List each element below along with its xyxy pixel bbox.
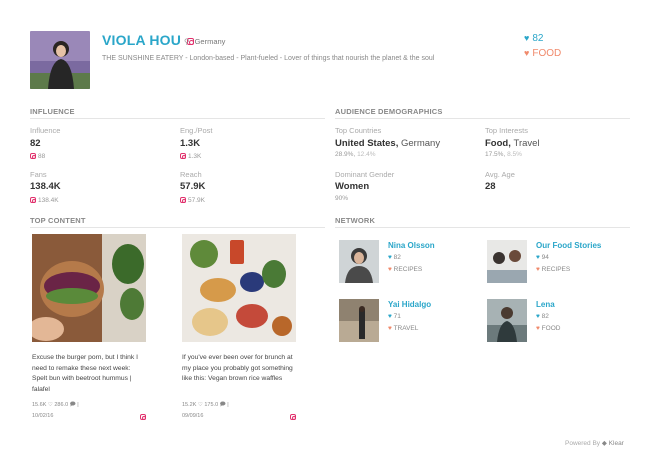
instagram-icon [30, 153, 36, 159]
network-score: ♥ 94 [536, 254, 549, 261]
divider [30, 118, 325, 119]
post-image-waffles[interactable] [182, 234, 296, 342]
instagram-icon[interactable] [290, 414, 296, 420]
post-meta: 15.6K ♡ 286.0 🗩 | [32, 402, 79, 408]
network-avatar[interactable] [487, 240, 527, 283]
network-category: ♥ TRAVEL [388, 325, 419, 332]
klear-logo-icon: ◆ [601, 440, 607, 447]
divider [335, 118, 630, 119]
network-score: ♥ 82 [536, 313, 549, 320]
post-image-burger[interactable] [32, 234, 146, 342]
heart-icon: ♥ [388, 266, 392, 273]
network-avatar[interactable] [339, 299, 379, 342]
post-date: 10/02/16 [32, 413, 54, 419]
fans-label: Fans [30, 170, 47, 179]
heart-icon: ♥ [536, 313, 540, 320]
top-countries-pct: 28.9%, 12.4% [335, 151, 376, 158]
top-countries-label: Top Countries [335, 126, 382, 135]
influence-label: Influence [30, 126, 61, 135]
top-countries-value: United States, Germany [335, 138, 441, 149]
eng-post-value: 1.3K [180, 138, 201, 149]
section-title-top-content: TOP CONTENT [30, 216, 86, 225]
reach-value: 57.9K [180, 181, 206, 192]
instagram-icon [180, 153, 186, 159]
eng-post-label: Eng./Post [180, 126, 213, 135]
network-category: ♥ RECIPES [536, 266, 571, 273]
influence-value: 82 [30, 138, 41, 149]
fans-sub: 138.4K [30, 197, 59, 204]
network-score: ♥ 82 [388, 254, 401, 261]
heart-icon: ♥ [536, 254, 540, 261]
post-date: 09/09/16 [182, 413, 204, 419]
profile-score: ♥ 82 [524, 33, 544, 44]
network-name[interactable]: Nina Olsson [388, 241, 435, 250]
avg-age-label: Avg. Age [485, 170, 515, 179]
top-interests-pct: 17.5%, 8.5% [485, 151, 522, 158]
reach-label: Reach [180, 170, 202, 179]
heart-icon: ♥ [536, 325, 540, 332]
comment-icon: 🗩 [219, 402, 226, 408]
instagram-icon [180, 197, 186, 203]
dominant-gender-pct: 90% [335, 195, 349, 202]
network-score: ♥ 71 [388, 313, 401, 320]
heart-icon: ♥ [388, 313, 392, 320]
instagram-icon[interactable] [140, 414, 146, 420]
profile-avatar [30, 31, 90, 89]
heart-icon: ♥ [524, 48, 530, 58]
network-item[interactable]: Yai Hidalgo ♥ 71 ♥ TRAVEL [339, 299, 469, 344]
heart-outline-icon: ♡ [47, 402, 53, 408]
profile-name[interactable]: VIOLA HOU [102, 32, 195, 48]
content-card[interactable]: Excuse the burger porn, but I think I ne… [32, 234, 146, 424]
instagram-icon [30, 197, 36, 203]
network-item[interactable]: Lena ♥ 82 ♥ FOOD [487, 299, 617, 344]
dominant-gender-value: Women [335, 181, 370, 192]
avg-age-value: 28 [485, 181, 496, 192]
heart-icon: ♥ [388, 254, 392, 261]
eng-post-sub: 1.3K [180, 153, 201, 160]
profile-category: ♥ FOOD [524, 48, 562, 59]
network-name[interactable]: Yai Hidalgo [388, 300, 431, 309]
network-name[interactable]: Our Food Stories [536, 241, 601, 250]
powered-by: Powered By ◆ Klear [565, 440, 624, 447]
network-avatar[interactable] [487, 299, 527, 342]
influence-sub: 88 [30, 153, 45, 160]
content-card[interactable]: If you've ever been over for brunch at m… [182, 234, 296, 424]
profile-location: ⚲ Germany [184, 37, 226, 46]
section-title-network: NETWORK [335, 216, 376, 225]
location-pin-icon: ⚲ [184, 37, 190, 46]
post-meta: 15.2K ♡ 175.0 🗩 | [182, 402, 229, 408]
section-title-demographics: AUDIENCE DEMOGRAPHICS [335, 107, 443, 116]
top-interests-value: Food, Travel [485, 138, 540, 149]
top-interests-label: Top Interests [485, 126, 528, 135]
divider [335, 227, 630, 228]
profile-bio: THE SUNSHINE EATERY - London-based - Pla… [102, 55, 435, 62]
section-title-influence: INFLUENCE [30, 107, 75, 116]
network-item[interactable]: Our Food Stories ♥ 94 ♥ RECIPES [487, 240, 617, 285]
heart-icon: ♥ [388, 325, 392, 332]
comment-icon: 🗩 [69, 402, 76, 408]
network-item[interactable]: Nina Olsson ♥ 82 ♥ RECIPES [339, 240, 469, 285]
network-name[interactable]: Lena [536, 300, 555, 309]
network-avatar[interactable] [339, 240, 379, 283]
network-category: ♥ RECIPES [388, 266, 423, 273]
fans-value: 138.4K [30, 181, 61, 192]
reach-sub: 57.9K [180, 197, 205, 204]
heart-icon: ♥ [524, 33, 530, 43]
heart-icon: ♥ [536, 266, 540, 273]
post-caption: If you've ever been over for brunch at m… [182, 354, 293, 382]
divider [30, 227, 325, 228]
post-caption: Excuse the burger porn, but I think I ne… [32, 354, 138, 393]
heart-outline-icon: ♡ [197, 402, 203, 408]
dominant-gender-label: Dominant Gender [335, 170, 395, 179]
network-category: ♥ FOOD [536, 325, 561, 332]
